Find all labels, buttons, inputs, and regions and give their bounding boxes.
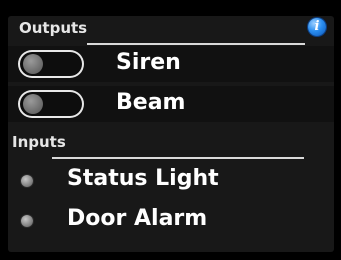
siren-label: Siren: [116, 50, 181, 75]
outputs-section-title: Outputs: [19, 19, 88, 37]
info-icon[interactable]: i: [308, 18, 326, 36]
siren-toggle[interactable]: [18, 50, 84, 78]
beam-toggle[interactable]: [18, 90, 84, 118]
beam-label: Beam: [116, 90, 186, 115]
status-light-indicator: [21, 175, 33, 187]
status-light-label: Status Light: [67, 166, 219, 191]
door-alarm-indicator: [21, 215, 33, 227]
outputs-section-divider: [87, 43, 305, 45]
inputs-section-title: Inputs: [12, 133, 66, 151]
output-row-beam: Beam: [8, 86, 334, 122]
door-alarm-label: Door Alarm: [67, 206, 208, 231]
outputs-section-header: Outputs i: [8, 16, 334, 45]
beam-toggle-knob[interactable]: [23, 94, 43, 114]
inputs-section-header: Inputs: [8, 130, 334, 159]
input-row-status-light: Status Light: [8, 162, 334, 198]
siren-toggle-knob[interactable]: [23, 54, 43, 74]
output-row-siren: Siren: [8, 46, 334, 82]
input-row-door-alarm: Door Alarm: [8, 202, 334, 238]
io-panel: Outputs i Siren Beam Inputs Status Light…: [8, 16, 334, 252]
inputs-section-divider: [52, 157, 304, 159]
